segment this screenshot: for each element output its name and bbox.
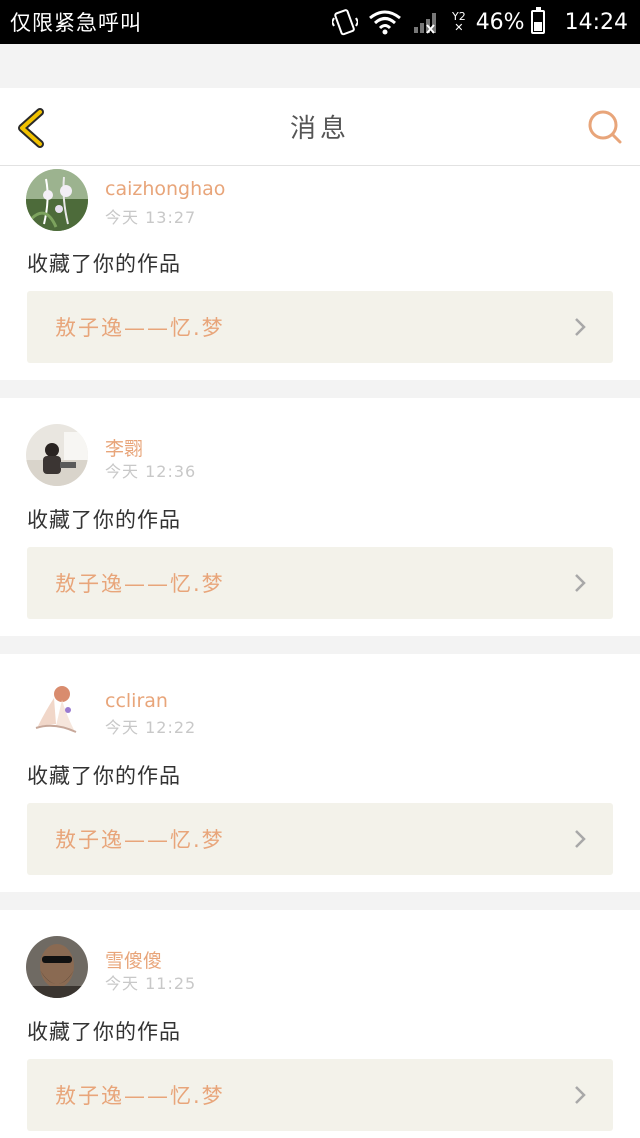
vibrate-icon: [331, 8, 358, 36]
message-card: caizhonghao 今天 13:27 收藏了你的作品 敖子逸——忆.梦: [0, 166, 640, 380]
work-title: 敖子逸——忆.梦: [55, 1084, 225, 1108]
work-link[interactable]: 敖子逸——忆.梦: [27, 547, 613, 619]
timestamp: 今天 11:25: [105, 974, 197, 993]
chevron-left-icon: [18, 108, 44, 148]
timestamp: 今天 12:22: [105, 718, 197, 737]
status-bar: 仅限紧急呼叫 Y2 ✕ 46% 14:24: [0, 0, 640, 44]
search-button[interactable]: [586, 108, 624, 146]
message-card: 雪傻傻 今天 11:25 收藏了你的作品 敖子逸——忆.梦: [0, 910, 640, 1138]
battery-icon: [530, 7, 545, 34]
sim-icon: Y2 ✕: [451, 10, 466, 34]
message-card: ccliran 今天 12:22 收藏了你的作品 敖子逸——忆.梦: [0, 654, 640, 892]
username[interactable]: ccliran: [105, 690, 168, 712]
action-text: 收藏了你的作品: [27, 1020, 181, 1044]
clock: 14:24: [564, 9, 628, 35]
timestamp: 今天 12:36: [105, 462, 197, 481]
work-link[interactable]: 敖子逸——忆.梦: [27, 1059, 613, 1131]
avatar[interactable]: [26, 936, 88, 998]
carrier-text: 仅限紧急呼叫: [10, 11, 142, 35]
chevron-right-icon: [575, 318, 586, 336]
action-text: 收藏了你的作品: [27, 764, 181, 788]
work-link[interactable]: 敖子逸——忆.梦: [27, 803, 613, 875]
nav-bar: 消息: [0, 88, 640, 166]
page-title: 消息: [289, 114, 350, 144]
battery-percent: 46%: [475, 9, 525, 35]
username[interactable]: 李翾: [105, 434, 143, 461]
avatar[interactable]: [26, 424, 88, 486]
chevron-right-icon: [575, 830, 586, 848]
action-text: 收藏了你的作品: [27, 252, 181, 276]
wifi-icon: [368, 9, 402, 35]
signal-icon: [412, 9, 442, 35]
top-spacer: [0, 44, 640, 88]
work-title: 敖子逸——忆.梦: [55, 828, 225, 852]
back-button[interactable]: [14, 108, 54, 148]
message-card: 李翾 今天 12:36 收藏了你的作品 敖子逸——忆.梦: [0, 398, 640, 636]
username[interactable]: 雪傻傻: [105, 946, 162, 973]
avatar[interactable]: [26, 680, 88, 742]
search-icon: [588, 110, 622, 144]
username[interactable]: caizhonghao: [105, 178, 225, 200]
avatar[interactable]: [26, 169, 88, 231]
action-text: 收藏了你的作品: [27, 508, 181, 532]
timestamp: 今天 13:27: [105, 208, 197, 227]
work-title: 敖子逸——忆.梦: [55, 572, 225, 596]
chevron-right-icon: [575, 1086, 586, 1104]
chevron-right-icon: [575, 574, 586, 592]
work-title: 敖子逸——忆.梦: [55, 316, 225, 340]
work-link[interactable]: 敖子逸——忆.梦: [27, 291, 613, 363]
status-icons: Y2 ✕ 46% 14:24: [331, 7, 628, 36]
